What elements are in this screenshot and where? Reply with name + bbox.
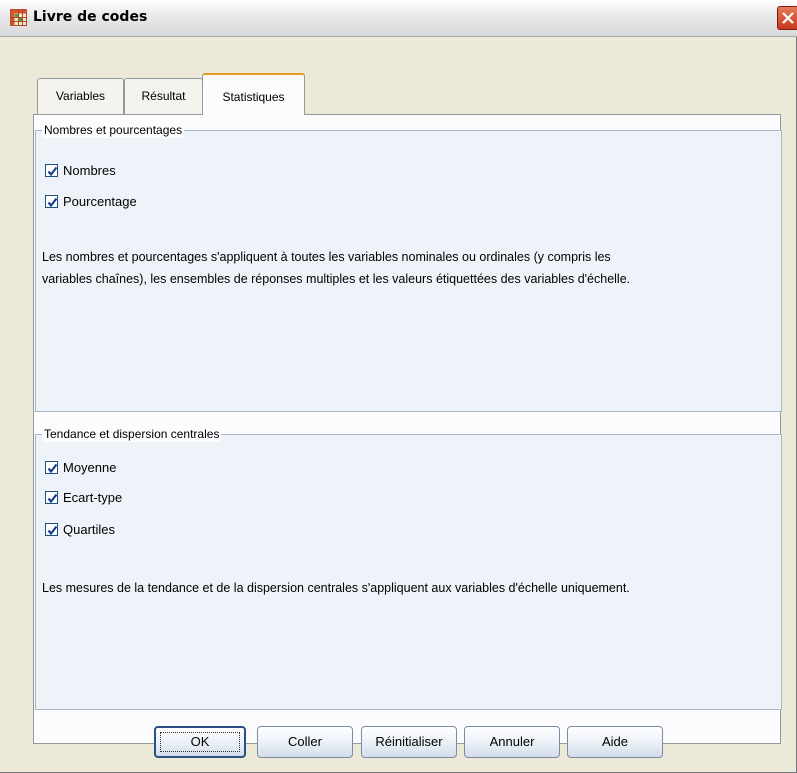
checkmark-icon [47, 197, 58, 208]
table-grid-icon [10, 9, 27, 26]
counts-info-text: Les nombres et pourcentages s'appliquent… [42, 250, 631, 286]
percentage-checkbox[interactable]: Pourcentage [45, 194, 137, 209]
help-button[interactable]: Aide [567, 726, 663, 758]
ok-button[interactable]: OK [154, 726, 246, 758]
quartiles-label: Quartiles [63, 522, 116, 537]
checkmark-icon [47, 493, 58, 504]
central-info-text: Les mesures de la tendance et de la disp… [42, 581, 630, 595]
focus-ring [160, 732, 240, 752]
central-tendency-group: Tendance et dispersion centrales Moyenne… [35, 426, 782, 710]
counts-label: Nombres [63, 163, 116, 178]
std-dev-checkbox[interactable]: Ecart-type [45, 490, 122, 505]
checkmark-icon [47, 463, 58, 474]
checkmark-icon [47, 166, 58, 177]
close-button[interactable] [777, 6, 797, 30]
close-icon [782, 12, 794, 24]
window-title: Livre de codes [33, 9, 148, 25]
mean-checkbox[interactable]: Moyenne [45, 460, 116, 475]
counts-checkbox[interactable]: Nombres [45, 163, 116, 178]
group-legend-counts: Nombres et pourcentages [42, 122, 185, 138]
counts-percentages-group: Nombres et pourcentages Nombres Pourcent… [35, 122, 782, 412]
title-bar[interactable]: Livre de codes [0, 0, 797, 37]
tab-statistiques[interactable]: Statistiques [202, 73, 305, 115]
checkmark-icon [47, 525, 58, 536]
checkbox-box[interactable] [45, 164, 58, 177]
tab-resultat[interactable]: Résultat [124, 78, 203, 114]
group-legend-central: Tendance et dispersion centrales [42, 426, 222, 442]
mean-label: Moyenne [63, 460, 117, 475]
tab-variables[interactable]: Variables [37, 78, 124, 114]
paste-button[interactable]: Coller [257, 726, 353, 758]
std-dev-label: Ecart-type [63, 490, 123, 505]
checkbox-box[interactable] [45, 461, 58, 474]
checkbox-box[interactable] [45, 523, 58, 536]
codebook-dialog: Livre de codes Variables Résultat Statis… [0, 0, 797, 773]
percentage-label: Pourcentage [63, 194, 137, 209]
checkbox-box[interactable] [45, 195, 58, 208]
reset-button[interactable]: Réinitialiser [361, 726, 457, 758]
cancel-button[interactable]: Annuler [464, 726, 560, 758]
checkbox-box[interactable] [45, 491, 58, 504]
quartiles-checkbox[interactable]: Quartiles [45, 522, 115, 537]
